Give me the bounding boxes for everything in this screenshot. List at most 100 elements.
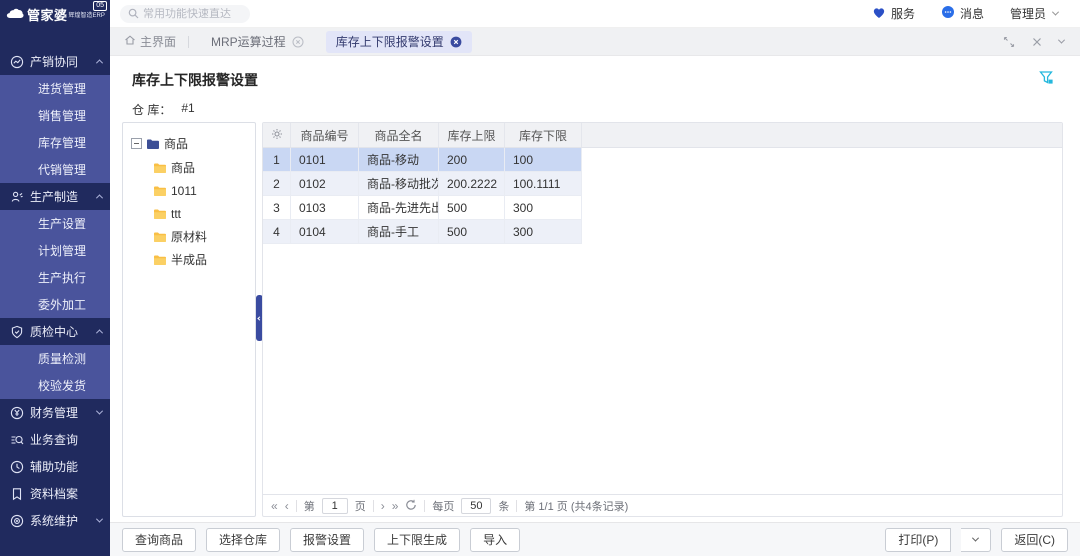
column-header-upper[interactable]: 库存上限	[439, 123, 505, 147]
filter-icon[interactable]	[1039, 70, 1054, 88]
sidebar-item-shengchanshezhi[interactable]: 生产设置	[0, 210, 110, 237]
service-menu[interactable]: 服务	[872, 5, 915, 22]
close-all-icon[interactable]	[1031, 36, 1043, 48]
sidebar-group-label: 资料档案	[30, 485, 102, 502]
column-header-code[interactable]: 商品编号	[291, 123, 359, 147]
sidebar-group-label: 业务查询	[30, 431, 102, 448]
chevron-down-icon	[972, 535, 979, 542]
pagination-bar: « ‹ 第 页 › » 每页 条 第 1/1 页 (共4条记录)	[263, 494, 1062, 516]
cell-name: 商品-手工	[359, 220, 439, 243]
table-row[interactable]: 1 0101 商品-移动 200 100	[263, 148, 582, 172]
finance-icon	[10, 406, 24, 420]
folder-icon	[146, 138, 160, 150]
table-row[interactable]: 4 0104 商品-手工 500 300	[263, 220, 582, 244]
tab-label: MRP运算过程	[211, 33, 286, 50]
import-button[interactable]: 导入	[470, 528, 520, 552]
column-header-label: 商品全名	[374, 127, 422, 144]
column-header-name[interactable]: 商品全名	[359, 123, 439, 147]
sidebar-group-fuzhugongneng[interactable]: 辅助功能	[0, 453, 110, 480]
collapse-minus-icon[interactable]	[131, 138, 142, 149]
last-page-button[interactable]: »	[392, 500, 399, 512]
tree-node-label: 原材料	[171, 228, 207, 245]
quick-search[interactable]	[120, 5, 250, 23]
per-page-input[interactable]	[461, 498, 491, 514]
query-product-button[interactable]: 查询商品	[122, 528, 196, 552]
pagination-summary: 第 1/1 页 (共4条记录)	[524, 498, 628, 514]
sidebar-item-jiaoyanfahuo[interactable]: 校验发货	[0, 372, 110, 399]
sidebar-group-caiwu[interactable]: 财务管理	[0, 399, 110, 426]
category-tree: 商品 商品 1011 ttt 原材料 半成品	[122, 122, 256, 517]
sidebar-group-label: 辅助功能	[30, 458, 102, 475]
divider	[373, 500, 374, 512]
inventory-grid: 商品编号 商品全名 库存上限 库存下限 1 0101 商品-移动 200 100…	[262, 122, 1063, 517]
sidebar-item-zhiliangjiance[interactable]: 质量检测	[0, 345, 110, 372]
tree-node-shangpin[interactable]: 商品	[123, 156, 255, 179]
cell-name: 商品-移动批次	[359, 172, 439, 195]
column-settings-button[interactable]	[263, 123, 291, 147]
generate-limits-button[interactable]: 上下限生成	[374, 528, 460, 552]
table-row[interactable]: 2 0102 商品-移动批次 200.2222 100.1111	[263, 172, 582, 196]
alarm-settings-button[interactable]: 报警设置	[290, 528, 364, 552]
sidebar-item-daixiao[interactable]: 代销管理	[0, 156, 110, 183]
sidebar-item-jihua[interactable]: 计划管理	[0, 237, 110, 264]
sidebar-group-chanxiaoxietong[interactable]: 产销协同	[0, 48, 110, 75]
tree-root-node[interactable]: 商品	[131, 135, 255, 152]
tree-node-1011[interactable]: 1011	[123, 179, 255, 202]
sidebar-item-kucun[interactable]: 库存管理	[0, 129, 110, 156]
divider	[424, 500, 425, 512]
close-icon[interactable]	[450, 36, 462, 48]
folder-icon	[153, 254, 167, 266]
message-menu[interactable]: 消息	[941, 5, 984, 22]
heart-icon	[872, 6, 886, 22]
tab-home[interactable]: 主界面	[124, 33, 176, 50]
system-icon	[10, 514, 24, 528]
print-button[interactable]: 打印(P)	[885, 528, 951, 552]
search-input[interactable]	[143, 8, 243, 20]
home-icon	[124, 34, 136, 49]
page-suffix-label: 页	[355, 498, 366, 514]
print-options-button[interactable]	[961, 528, 991, 552]
sidebar-group-xitongweihu[interactable]: 系统维护	[0, 507, 110, 534]
cell-upper: 500	[439, 220, 505, 243]
select-warehouse-button[interactable]: 选择仓库	[206, 528, 280, 552]
chevron-down-icon[interactable]	[1058, 37, 1065, 44]
sidebar-item-label: 计划管理	[38, 242, 86, 259]
tab-bar: 主界面 MRP运算过程 库存上下限报警设置	[110, 28, 1080, 56]
sidebar-item-xiaoshou[interactable]: 销售管理	[0, 102, 110, 129]
clock-icon	[10, 460, 24, 474]
sidebar-group-label: 生产制造	[30, 188, 97, 205]
sidebar-item-weiwai[interactable]: 委外加工	[0, 291, 110, 318]
page-number-input[interactable]	[322, 498, 348, 514]
tree-node-label: 商品	[171, 159, 195, 176]
tree-node-ttt[interactable]: ttt	[123, 202, 255, 225]
refresh-icon[interactable]	[405, 499, 417, 513]
tab-mrp[interactable]: MRP运算过程	[201, 31, 314, 53]
sidebar-group-ziliaodangan[interactable]: 资料档案	[0, 480, 110, 507]
tree-node-label: 半成品	[171, 251, 207, 268]
sidebar-group-yewuchaxun[interactable]: 业务查询	[0, 426, 110, 453]
column-header-filler	[582, 123, 1062, 147]
user-menu[interactable]: 管理员	[1010, 5, 1058, 22]
sidebar-item-jinhuo[interactable]: 进货管理	[0, 75, 110, 102]
per-page-suffix-label: 条	[498, 498, 509, 514]
table-row[interactable]: 3 0103 商品-先进先出 500 300	[263, 196, 582, 220]
sidebar-item-zhixing[interactable]: 生产执行	[0, 264, 110, 291]
column-header-lower[interactable]: 库存下限	[505, 123, 582, 147]
first-page-button[interactable]: «	[271, 500, 278, 512]
tree-node-yuancailiao[interactable]: 原材料	[123, 225, 255, 248]
back-button[interactable]: 返回(C)	[1001, 528, 1068, 552]
chart-icon	[10, 55, 24, 69]
archive-icon	[10, 487, 24, 501]
tree-node-bancheng[interactable]: 半成品	[123, 248, 255, 271]
chevron-down-icon	[96, 408, 103, 415]
next-page-button[interactable]: ›	[381, 500, 385, 512]
expand-icon[interactable]	[1003, 36, 1015, 48]
sidebar-item-label: 生产执行	[38, 269, 86, 286]
cloud-logo-icon	[6, 7, 24, 22]
close-icon[interactable]	[292, 36, 304, 48]
sidebar-group-zhijian[interactable]: 质检中心	[0, 318, 110, 345]
prev-page-button[interactable]: ‹	[285, 500, 289, 512]
tab-inventory-alarm[interactable]: 库存上下限报警设置	[326, 31, 472, 53]
sidebar-group-shengchanzhizao[interactable]: 生产制造	[0, 183, 110, 210]
shield-icon	[10, 325, 24, 339]
